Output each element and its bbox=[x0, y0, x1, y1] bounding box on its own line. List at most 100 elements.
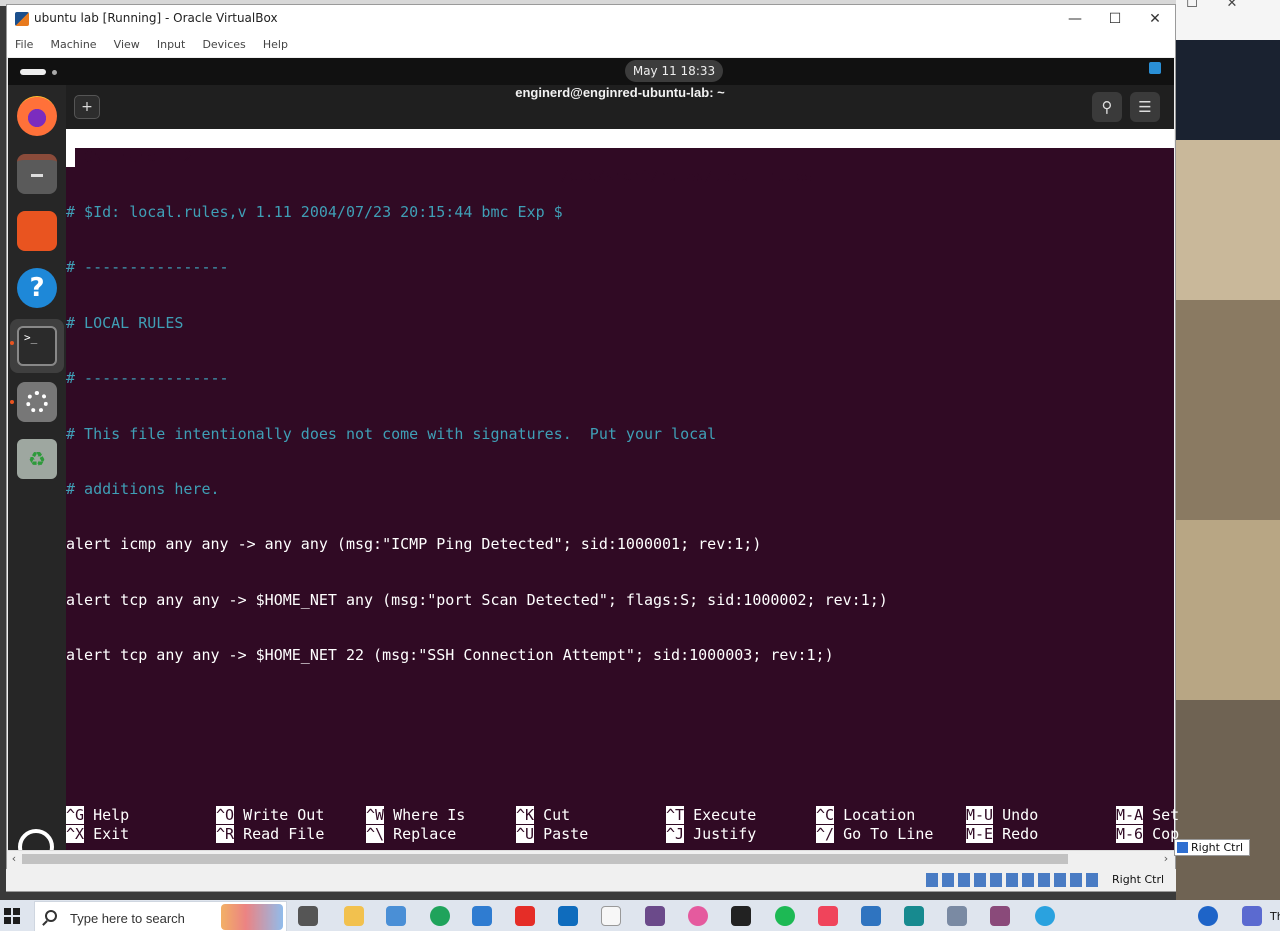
device-status-icons[interactable] bbox=[926, 873, 1098, 887]
shortcut-go-to-line[interactable]: ^/ Go To Line bbox=[816, 825, 933, 844]
clock[interactable]: May 11 18:33 bbox=[625, 60, 723, 82]
files-icon[interactable] bbox=[17, 154, 57, 194]
terminal-window[interactable]: + enginerd@enginred-ubuntu-lab: ~ ⚲ ☰ GN… bbox=[66, 85, 1179, 850]
mail-icon[interactable] bbox=[472, 906, 492, 926]
shortcut-set-mark[interactable]: M-A Set bbox=[1116, 806, 1179, 825]
shortcut-replace[interactable]: ^\ Replace bbox=[366, 825, 456, 844]
help-tray-icon[interactable] bbox=[1198, 906, 1218, 926]
shortcut-paste[interactable]: ^U Paste bbox=[516, 825, 588, 844]
shortcut-redo[interactable]: M-E Redo bbox=[966, 825, 1038, 844]
buffer-line[interactable]: # This file intentionally does not come … bbox=[66, 425, 1174, 444]
ubuntu-topbar: May 11 18:33 bbox=[8, 58, 1174, 85]
activities-indicator[interactable] bbox=[20, 69, 46, 75]
youtube-icon[interactable] bbox=[515, 906, 535, 926]
buffer-line[interactable]: alert tcp any any -> $HOME_NET any (msg:… bbox=[66, 591, 1174, 610]
windows-taskbar: Type here to search Th bbox=[0, 900, 1280, 931]
firefox-icon[interactable] bbox=[17, 96, 57, 136]
task-view-icon[interactable] bbox=[298, 906, 318, 926]
close-button[interactable]: ✕ bbox=[1135, 8, 1175, 30]
host-key-indicator: Right Ctrl bbox=[1174, 839, 1250, 856]
shortcut-execute[interactable]: ^T Execute bbox=[666, 806, 756, 825]
shortcut-justify[interactable]: ^J Justify bbox=[666, 825, 756, 844]
nano-version: GNU nano 7.2 bbox=[84, 148, 193, 166]
shortcut-exit[interactable]: ^X Exit bbox=[66, 825, 129, 844]
horizontal-scrollbar[interactable]: ‹ › bbox=[8, 850, 1174, 867]
ubuntu-dock: ? >_ bbox=[8, 85, 66, 865]
search-icon bbox=[45, 910, 57, 922]
app-center-icon[interactable] bbox=[17, 211, 57, 251]
guest-display[interactable]: May 11 18:33 ? >_ + enginerd@enginred-ub… bbox=[8, 58, 1179, 865]
scroll-right-icon[interactable]: › bbox=[1160, 851, 1172, 867]
zoom-tray-icon[interactable] bbox=[1242, 906, 1262, 926]
search-button[interactable]: ⚲ bbox=[1092, 92, 1122, 122]
nano-shortcut-bar: ^G Help ^X Exit ^O Write Out ^R Read Fil… bbox=[66, 806, 1179, 846]
buffer-line[interactable]: # ---------------- bbox=[66, 369, 1174, 388]
telegram-icon[interactable] bbox=[1035, 906, 1055, 926]
tray-clock-text: Th bbox=[1270, 910, 1280, 923]
menu-machine[interactable]: Machine bbox=[51, 33, 97, 57]
shortcut-where-is[interactable]: ^W Where Is bbox=[366, 806, 465, 825]
outlook-icon[interactable] bbox=[558, 906, 578, 926]
buffer-line[interactable]: # additions here. bbox=[66, 480, 1174, 499]
virtualbox-app-icon bbox=[15, 12, 29, 26]
shortcut-read-file[interactable]: ^R Read File bbox=[216, 825, 324, 844]
buffer-line[interactable]: # $Id: local.rules,v 1.11 2004/07/23 20:… bbox=[66, 203, 1174, 222]
remote-desktop-icon[interactable] bbox=[947, 906, 967, 926]
file-explorer-icon[interactable] bbox=[344, 906, 364, 926]
scrollbar-thumb[interactable] bbox=[22, 854, 1068, 864]
terminal-title: enginerd@enginred-ubuntu-lab: ~ bbox=[515, 85, 725, 100]
menu-input[interactable]: Input bbox=[157, 33, 185, 57]
menu-view[interactable]: View bbox=[114, 33, 140, 57]
vs-icon[interactable] bbox=[904, 906, 924, 926]
trash-icon[interactable] bbox=[17, 439, 57, 479]
music-icon[interactable] bbox=[818, 906, 838, 926]
shortcut-cut[interactable]: ^K Cut bbox=[516, 806, 570, 825]
shortcut-write-out[interactable]: ^O Write Out bbox=[216, 806, 324, 825]
terminal-icon[interactable]: >_ bbox=[17, 326, 57, 366]
settings-icon[interactable] bbox=[17, 382, 57, 422]
shortcut-location[interactable]: ^C Location bbox=[816, 806, 915, 825]
running-indicator bbox=[10, 400, 14, 404]
desktop-wallpaper bbox=[1176, 0, 1280, 900]
buffer-line[interactable]: # LOCAL RULES bbox=[66, 314, 1174, 333]
background-close-icon[interactable]: ✕ bbox=[1218, 0, 1246, 14]
shortcut-undo[interactable]: M-U Undo bbox=[966, 806, 1038, 825]
shortcut-copy[interactable]: M-6 Cop bbox=[1116, 825, 1179, 844]
buffer-line[interactable]: # ---------------- bbox=[66, 258, 1174, 277]
taskbar-search-box[interactable]: Type here to search bbox=[34, 901, 287, 931]
buffer-line[interactable]: alert tcp any any -> $HOME_NET 22 (msg:"… bbox=[66, 646, 1174, 665]
menu-file[interactable]: File bbox=[15, 33, 33, 57]
minimize-button[interactable]: — bbox=[1055, 8, 1095, 30]
search-placeholder: Type here to search bbox=[70, 911, 185, 926]
workspace-dot[interactable] bbox=[52, 70, 57, 75]
maximize-button[interactable]: ☐ bbox=[1095, 8, 1135, 30]
virtualbox-statusbar: Right Ctrl bbox=[6, 869, 1176, 891]
edge-icon[interactable] bbox=[430, 906, 450, 926]
host-key-label: Right Ctrl bbox=[1112, 873, 1165, 886]
spotify-icon[interactable] bbox=[775, 906, 795, 926]
nano-title-bar: GNU nano 7.2 /etc/snort/rules/local.rule… bbox=[66, 129, 1174, 185]
news-icon[interactable] bbox=[861, 906, 881, 926]
hamburger-menu-button[interactable]: ☰ bbox=[1130, 92, 1160, 122]
windows-start-icon[interactable] bbox=[4, 908, 20, 924]
virtualbox-titlebar[interactable]: ubuntu lab [Running] - Oracle VirtualBox… bbox=[7, 5, 1175, 33]
background-maximize-icon[interactable]: ☐ bbox=[1178, 0, 1206, 14]
winrar-icon[interactable] bbox=[990, 906, 1010, 926]
virtualbox-menubar: File Machine View Input Devices Help bbox=[7, 33, 1175, 57]
buffer-line[interactable]: alert icmp any any -> any any (msg:"ICMP… bbox=[66, 535, 1174, 554]
nano-buffer[interactable]: # $Id: local.rules,v 1.11 2004/07/23 20:… bbox=[66, 167, 1174, 702]
store-icon[interactable] bbox=[386, 906, 406, 926]
scroll-left-icon[interactable]: ‹ bbox=[8, 851, 20, 867]
running-indicator bbox=[10, 341, 14, 345]
calculator-icon[interactable] bbox=[645, 906, 665, 926]
notification-icon[interactable] bbox=[1149, 62, 1161, 74]
window-title: ubuntu lab [Running] - Oracle VirtualBox bbox=[34, 11, 278, 25]
photos-icon[interactable] bbox=[688, 906, 708, 926]
amazon-icon[interactable] bbox=[731, 906, 751, 926]
help-icon[interactable]: ? bbox=[17, 268, 57, 308]
shortcut-help[interactable]: ^G Help bbox=[66, 806, 129, 825]
wikipedia-icon[interactable] bbox=[601, 906, 621, 926]
terminal-headerbar[interactable]: + enginerd@enginred-ubuntu-lab: ~ ⚲ ☰ bbox=[66, 85, 1174, 129]
menu-devices[interactable]: Devices bbox=[202, 33, 245, 57]
menu-help[interactable]: Help bbox=[263, 33, 288, 57]
